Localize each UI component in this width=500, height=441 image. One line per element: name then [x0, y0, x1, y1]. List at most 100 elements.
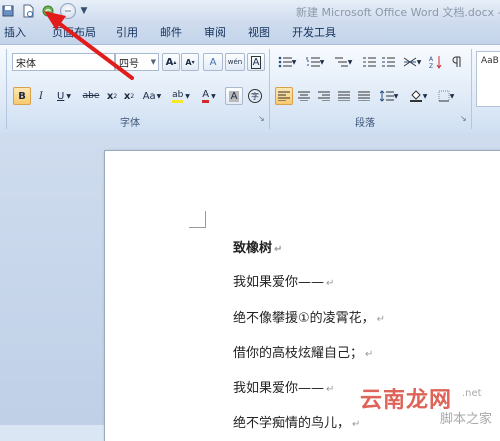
tab-review[interactable]: 审阅 [204, 22, 226, 44]
chevron-down-icon: ▼ [156, 92, 162, 100]
chevron-down-icon: ▼ [291, 58, 297, 66]
tab-page-layout[interactable]: 页面布局 [52, 22, 96, 44]
font-color-icon: A [202, 89, 210, 103]
tab-developer[interactable]: 开发工具 [292, 22, 336, 44]
chevron-down-icon: ▼ [393, 92, 399, 100]
strikethrough-icon: abe [82, 91, 100, 101]
shading-button[interactable]: ▼ [405, 87, 431, 105]
undo-button[interactable] [40, 3, 56, 19]
subscript-button[interactable]: x2 [104, 87, 120, 105]
multilevel-list-icon [334, 57, 348, 67]
tab-references[interactable]: 引用 [116, 22, 138, 44]
character-shading-button[interactable]: A [225, 87, 243, 105]
font-name-select[interactable]: 宋体 [12, 53, 115, 71]
borders-button[interactable]: ▼ [433, 87, 459, 105]
tab-insert[interactable]: 插入 [4, 22, 26, 44]
change-case-icon: Aa [142, 90, 156, 102]
increase-indent-button[interactable] [379, 53, 397, 71]
line-spacing-button[interactable]: ▼ [375, 87, 403, 105]
distributed-button[interactable] [355, 87, 373, 105]
phonetic-guide-button[interactable]: wén [225, 53, 245, 71]
watermark-domain: .net [462, 388, 482, 399]
font-size-select[interactable]: 四号 ▼ [115, 53, 159, 71]
justify-icon [338, 91, 350, 101]
character-border-button[interactable]: A [247, 53, 265, 71]
poem-line[interactable]: 借你的高枝炫耀自己； ↵ [233, 342, 373, 361]
chinese-layout-button[interactable]: ▼ [399, 53, 425, 71]
clear-format-button[interactable]: A [203, 53, 223, 71]
group-divider [471, 49, 472, 129]
group-divider [6, 49, 7, 129]
align-right-button[interactable] [315, 87, 333, 105]
redo-button[interactable] [60, 3, 76, 19]
font-color-button[interactable]: A ▼ [196, 87, 222, 105]
poem-title[interactable]: 致橡树 ↵ [233, 237, 282, 256]
chevron-down-icon: ▼ [319, 58, 325, 66]
shrink-font-button[interactable]: A ▾ [181, 53, 199, 71]
highlight-color-button[interactable]: ab ▼ [168, 87, 194, 105]
justify-button[interactable] [335, 87, 353, 105]
sort-button[interactable]: AZ [427, 53, 445, 71]
poem-line-text: 借你的高枝炫耀自己； [233, 346, 364, 361]
numbering-button[interactable]: ▼ [302, 53, 328, 71]
chevron-down-icon: ▼ [150, 58, 156, 66]
bullets-button[interactable]: ▼ [274, 53, 300, 71]
poem-line-text: 我如果爱你—— [233, 381, 325, 396]
document-preview-icon [23, 4, 34, 18]
decrease-indent-button[interactable] [360, 53, 378, 71]
poem-line[interactable]: 绝不像攀援①的凌霄花， ↵ [233, 307, 385, 326]
bold-button[interactable]: B [13, 87, 31, 105]
paragraph-group-label: 段落 [355, 118, 375, 129]
undo-icon [42, 5, 54, 17]
ribbon: 宋体 四号 ▼ A ▴ A ▾ A wén A B I U ▼ abe x2 x2 A… [0, 44, 500, 134]
numbered-list-icon [306, 57, 320, 67]
print-preview-button[interactable] [20, 3, 36, 19]
svg-text:Z: Z [429, 63, 433, 69]
increase-indent-icon [382, 57, 395, 67]
font-group-label: 字体 [120, 118, 140, 129]
superscript-button[interactable]: x2 [121, 87, 137, 105]
italic-button[interactable]: I [33, 87, 49, 105]
chevron-down-icon: ▼ [422, 92, 428, 100]
underline-icon: U [57, 90, 65, 102]
enclose-character-button[interactable]: 字 [246, 87, 264, 105]
strikethrough-button[interactable]: abe [80, 87, 102, 105]
chevron-down-icon: ▼ [347, 58, 353, 66]
margin-corner-mark [189, 211, 206, 228]
line-spacing-icon [379, 90, 394, 102]
paragraph-dialog-launcher[interactable]: ↘ [460, 115, 468, 123]
grow-font-icon: A [165, 56, 174, 68]
font-dialog-launcher[interactable]: ↘ [258, 115, 266, 123]
change-case-button[interactable]: Aa ▼ [140, 87, 164, 105]
tab-view[interactable]: 视图 [248, 22, 270, 44]
chevron-down-icon: ▼ [80, 6, 88, 16]
poem-line[interactable]: 我如果爱你—— ↵ [233, 377, 334, 396]
save-button[interactable] [0, 3, 16, 19]
poem-line[interactable]: 绝不学痴情的鸟儿， ↵ [233, 412, 360, 431]
watermark-logo: 云南龙网 [360, 388, 453, 413]
clear-format-icon: A [209, 56, 217, 68]
quick-style-normal[interactable]: AaB [476, 51, 500, 107]
title-bar: ▼ 新建 Microsoft Office Word 文档.docx - [0, 0, 500, 22]
font-name-value: 宋体 [16, 58, 36, 70]
multilevel-list-button[interactable]: ▼ [330, 53, 356, 71]
window-title: 新建 Microsoft Office Word 文档.docx - [296, 6, 500, 19]
phonetic-guide-icon: wén [227, 58, 243, 66]
paragraph-mark-icon [452, 56, 461, 67]
paragraph-mark: ↵ [376, 314, 386, 325]
align-left-button[interactable] [275, 87, 293, 105]
underline-button[interactable]: U ▼ [51, 87, 77, 105]
customize-quick-access-button[interactable]: ▼ [80, 3, 88, 19]
bold-icon: B [18, 90, 26, 102]
style-preview: AaB [481, 56, 499, 66]
svg-text:A: A [429, 56, 434, 63]
character-border-icon: A [250, 55, 262, 69]
paragraph-mark: ↵ [326, 384, 335, 395]
show-hide-marks-button[interactable] [448, 53, 466, 71]
align-center-button[interactable] [295, 87, 313, 105]
tab-mailings[interactable]: 邮件 [160, 22, 182, 44]
grow-font-button[interactable]: A ▴ [162, 53, 180, 71]
poem-line[interactable]: 我如果爱你—— ↵ [233, 271, 334, 290]
distributed-align-icon [358, 91, 370, 101]
dialog-launcher-icon: ↘ [460, 114, 467, 123]
